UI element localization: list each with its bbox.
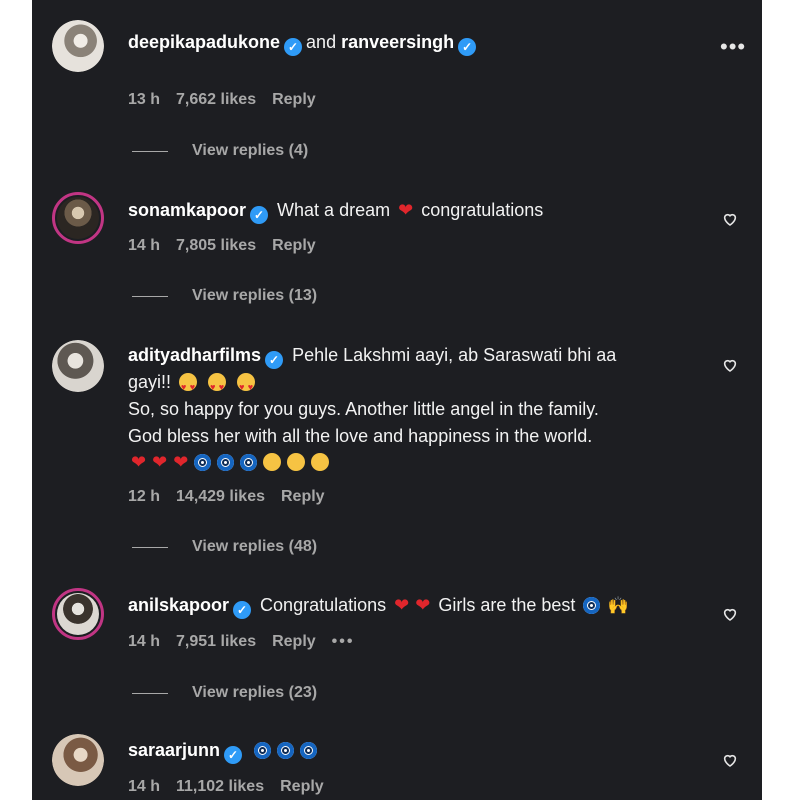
comment-text-line-4: God bless her with all the love and happ… <box>128 423 702 450</box>
divider <box>132 546 168 548</box>
view-replies-button[interactable]: View replies (48) <box>132 538 317 556</box>
likes-count[interactable]: 11,102 likes <box>176 778 264 796</box>
comment-text: sonamkapoor ✓ What a dream ❤ congratulati… <box>128 197 702 224</box>
comment-text: deepikapadukone ✓ and ranveersingh ✓ <box>128 29 702 56</box>
view-replies-label: View replies (4) <box>192 142 309 159</box>
more-options-icon[interactable]: ••• <box>720 34 746 60</box>
nazar-amulet-icon <box>194 454 212 471</box>
view-replies-button[interactable]: View replies (23) <box>132 684 317 702</box>
timestamp: 14 h <box>128 633 161 650</box>
heart-eyes-emoji-icon <box>237 373 256 401</box>
nazar-amulet-icon <box>583 597 601 614</box>
verified-badge-icon: ✓ <box>265 351 284 369</box>
view-replies-label: View replies (48) <box>192 538 318 555</box>
hugging-face-icon <box>287 453 306 471</box>
avatar[interactable] <box>52 20 104 72</box>
nazar-amulet-icon <box>217 454 235 471</box>
more-options-icon[interactable]: ••• <box>332 633 355 651</box>
comment-text-b: congratulations <box>421 200 544 220</box>
divider <box>132 692 168 694</box>
reply-button[interactable]: Reply <box>272 633 316 651</box>
comment-text: anilskapoor ✓ Congratulations ❤ ❤ Girls ar… <box>128 592 702 619</box>
comment-meta: 14 h 7,805 likes Reply <box>128 237 316 255</box>
reply-button[interactable]: Reply <box>281 488 325 506</box>
red-heart-icon: ❤ <box>173 452 189 472</box>
comment-meta: 14 h 7,951 likes Reply ••• <box>128 633 354 651</box>
like-heart-icon[interactable] <box>722 606 738 622</box>
view-replies-button[interactable]: View replies (13) <box>132 287 317 305</box>
red-heart-icon: ❤ <box>398 200 414 220</box>
likes-count[interactable]: 7,951 likes <box>176 633 256 651</box>
comment-text: gayi!! <box>128 372 172 392</box>
nazar-amulet-icon <box>254 742 272 759</box>
comment-text-line-3: So, so happy for you guys. Another littl… <box>128 396 702 423</box>
username[interactable]: anilskapoor <box>128 595 229 615</box>
reply-button[interactable]: Reply <box>280 778 324 796</box>
comments-panel: ••• deepikapadukone ✓ and ranveersingh ✓ 13… <box>32 0 762 800</box>
username[interactable]: deepikapadukone <box>128 32 280 52</box>
avatar[interactable] <box>52 588 104 640</box>
likes-count[interactable]: 7,662 likes <box>176 91 256 109</box>
comment-meta: 13 h 7,662 likes Reply <box>128 91 316 109</box>
username[interactable]: saraarjunn <box>128 740 220 760</box>
timestamp: 13 h <box>128 91 161 108</box>
nazar-amulet-icon <box>277 742 295 759</box>
avatar[interactable] <box>52 340 104 392</box>
comment-text-a: What a dream <box>277 200 391 220</box>
second-username[interactable]: ranveersingh <box>341 32 454 52</box>
comment-text-a: Congratulations <box>260 595 387 615</box>
comment-text: Pehle Lakshmi aayi, ab Saraswati bhi aa <box>292 345 617 365</box>
hugging-face-icon <box>263 453 282 471</box>
comment-text: God bless her with all the love and happ… <box>128 426 593 446</box>
nazar-amulet-icon <box>300 742 318 759</box>
like-heart-icon[interactable] <box>722 357 738 373</box>
raising-hands-icon: 🙌 <box>607 596 629 615</box>
timestamp: 14 h <box>128 778 161 795</box>
view-replies-button[interactable]: View replies (4) <box>132 142 308 160</box>
verified-badge-icon: ✓ <box>458 38 477 56</box>
comment-meta: 14 h 11,102 likes Reply <box>128 778 324 796</box>
heart-eyes-emoji-icon <box>208 373 227 401</box>
emoji-row: ❤ ❤ ❤ <box>128 449 702 476</box>
verified-badge-icon: ✓ <box>233 601 252 619</box>
view-replies-label: View replies (13) <box>192 287 318 304</box>
verified-badge-icon: ✓ <box>224 746 243 764</box>
like-heart-icon[interactable] <box>722 752 738 768</box>
divider <box>132 150 168 152</box>
nazar-amulet-icon <box>240 454 258 471</box>
divider <box>132 295 168 297</box>
like-heart-icon[interactable] <box>722 211 738 227</box>
username[interactable]: adityadharfilms <box>128 345 261 365</box>
comment-text: saraarjunn ✓ <box>128 737 702 764</box>
view-replies-label: View replies (23) <box>192 684 318 701</box>
hugging-face-icon <box>311 453 330 471</box>
avatar[interactable] <box>52 192 104 244</box>
heart-eyes-emoji-icon <box>179 373 198 401</box>
verified-badge-icon: ✓ <box>284 38 303 56</box>
username[interactable]: sonamkapoor <box>128 200 246 220</box>
comment-text: So, so happy for you guys. Another littl… <box>128 399 599 419</box>
red-heart-icon: ❤ <box>415 595 431 615</box>
reply-button[interactable]: Reply <box>272 91 316 109</box>
likes-count[interactable]: 14,429 likes <box>176 488 265 506</box>
comment-meta: 12 h 14,429 likes Reply <box>128 488 325 506</box>
comment-text-line-2: gayi!! <box>128 369 702 401</box>
comment-text-line-1: adityadharfilms ✓ Pehle Lakshmi aayi, ab … <box>128 342 702 369</box>
timestamp: 12 h <box>128 488 161 505</box>
comment-text-b: Girls are the best <box>438 595 576 615</box>
timestamp: 14 h <box>128 237 161 254</box>
joiner-text: and <box>306 32 337 52</box>
likes-count[interactable]: 7,805 likes <box>176 237 256 255</box>
avatar[interactable] <box>52 734 104 786</box>
reply-button[interactable]: Reply <box>272 237 316 255</box>
red-heart-icon: ❤ <box>131 452 147 472</box>
red-heart-icon: ❤ <box>152 452 168 472</box>
page-margin <box>762 0 800 800</box>
verified-badge-icon: ✓ <box>250 206 269 224</box>
red-heart-icon: ❤ <box>394 595 410 615</box>
